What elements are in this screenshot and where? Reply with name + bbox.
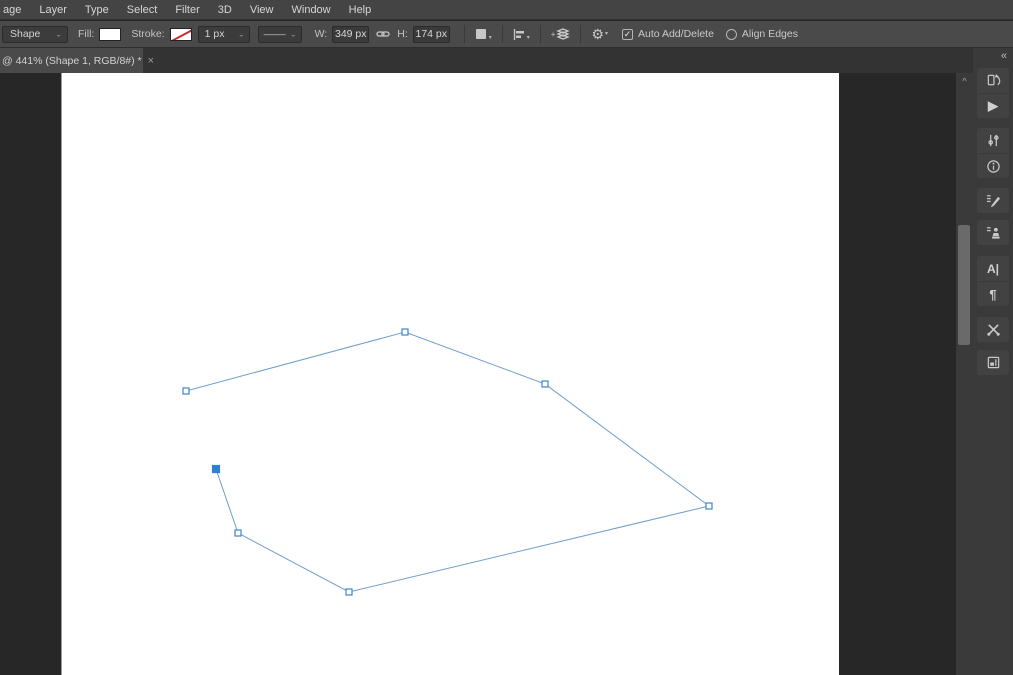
path-alignment-button[interactable]: ▾ bbox=[513, 28, 530, 41]
chevron-down-icon: ⌄ bbox=[55, 30, 62, 38]
path-operations-button[interactable]: ▾ bbox=[475, 28, 492, 41]
menu-item-help[interactable]: Help bbox=[340, 0, 381, 20]
tool-mode-value: Shape bbox=[10, 28, 41, 40]
brush-settings-icon[interactable] bbox=[977, 188, 1009, 213]
gear-settings-button[interactable]: ⚙ ▾ bbox=[591, 26, 608, 43]
path-arrangement-button[interactable]: + bbox=[551, 27, 571, 41]
paragraph-icon[interactable]: ¶ bbox=[977, 281, 1009, 306]
stroke-label: Stroke: bbox=[131, 28, 165, 40]
chevron-down-icon: ⌄ bbox=[237, 30, 245, 38]
gear-icon: ⚙ bbox=[591, 25, 605, 42]
auto-add-delete-checkbox[interactable]: ✓ bbox=[622, 28, 634, 40]
chevron-down-icon: ⌄ bbox=[289, 30, 297, 38]
fill-label: Fill: bbox=[78, 28, 95, 40]
stroke-width-value: 1 px bbox=[204, 28, 225, 40]
document-tab-bar: @ 441% (Shape 1, RGB/8#) * × bbox=[0, 48, 973, 73]
tool-presets-icon[interactable] bbox=[977, 317, 1009, 342]
height-value: 174 px bbox=[415, 28, 448, 40]
menu-item-type[interactable]: Type bbox=[76, 0, 118, 20]
dropdown-arrow-icon: ▾ bbox=[488, 34, 492, 41]
stroke-type-dropdown[interactable]: ——— ⌄ bbox=[257, 25, 302, 43]
height-label: H: bbox=[397, 28, 408, 40]
history-icon[interactable] bbox=[977, 68, 1009, 93]
width-input[interactable]: 349 px bbox=[332, 25, 370, 43]
width-label: W: bbox=[314, 28, 328, 40]
panel-dock: « ▶ A| ¶ bbox=[973, 48, 1013, 675]
auto-add-delete-label: Auto Add/Delete bbox=[638, 28, 714, 40]
align-edges-checkbox[interactable] bbox=[725, 28, 737, 40]
dropdown-arrow-icon: ▾ bbox=[605, 31, 609, 37]
stroke-swatch[interactable] bbox=[169, 27, 192, 41]
plus-icon: + bbox=[550, 29, 556, 39]
height-input[interactable]: 174 px bbox=[412, 25, 450, 43]
character-icon[interactable]: A| bbox=[977, 256, 1009, 281]
scrollbar-thumb[interactable] bbox=[958, 225, 970, 345]
link-dimensions-icon[interactable] bbox=[376, 29, 390, 39]
scroll-up-arrow-icon[interactable]: ^ bbox=[956, 76, 973, 86]
menu-item-filter[interactable]: Filter bbox=[166, 0, 208, 20]
stroke-line-preview: ——— bbox=[263, 29, 286, 39]
actions-play-icon[interactable]: ▶ bbox=[977, 93, 1009, 118]
collapse-panels-icon[interactable]: « bbox=[1001, 50, 1007, 62]
photoshop-window: age Layer Type Select Filter 3D View Window Help… bbox=[0, 0, 1013, 675]
close-icon[interactable]: × bbox=[148, 55, 154, 67]
stroke-width-field[interactable]: 1 px ⌄ bbox=[197, 25, 250, 43]
dropdown-arrow-icon: ▾ bbox=[526, 34, 530, 41]
align-edges-label: Align Edges bbox=[741, 28, 798, 40]
menu-item-layer[interactable]: Layer bbox=[30, 0, 76, 20]
width-value: 349 px bbox=[334, 28, 367, 40]
menu-item-age[interactable]: age bbox=[0, 0, 30, 20]
tool-options-bar: Shape ⌄ Fill: Stroke: 1 px ⌄ ——— ⌄ W: 34… bbox=[0, 21, 1013, 48]
libraries-icon[interactable] bbox=[977, 350, 1009, 375]
document-tab[interactable]: @ 441% (Shape 1, RGB/8#) * × bbox=[0, 48, 154, 73]
clone-source-icon[interactable] bbox=[977, 220, 1009, 245]
adjustments-icon[interactable] bbox=[977, 128, 1009, 153]
menu-item-window[interactable]: Window bbox=[283, 0, 340, 20]
fill-swatch[interactable] bbox=[99, 27, 122, 41]
menu-bar: age Layer Type Select Filter 3D View Window Help bbox=[0, 0, 1013, 20]
menu-item-select[interactable]: Select bbox=[118, 0, 167, 20]
document-tab-title: @ 441% (Shape 1, RGB/8#) * bbox=[2, 54, 142, 67]
info-icon[interactable] bbox=[977, 153, 1009, 178]
tool-mode-dropdown[interactable]: Shape ⌄ bbox=[2, 25, 68, 43]
vertical-scrollbar[interactable]: ^ bbox=[956, 73, 973, 675]
checkmark-icon: ✓ bbox=[623, 28, 632, 39]
menu-item-view[interactable]: View bbox=[241, 0, 283, 20]
work-area bbox=[0, 73, 956, 675]
document-canvas[interactable] bbox=[61, 73, 839, 675]
menu-item-3d[interactable]: 3D bbox=[209, 0, 241, 20]
